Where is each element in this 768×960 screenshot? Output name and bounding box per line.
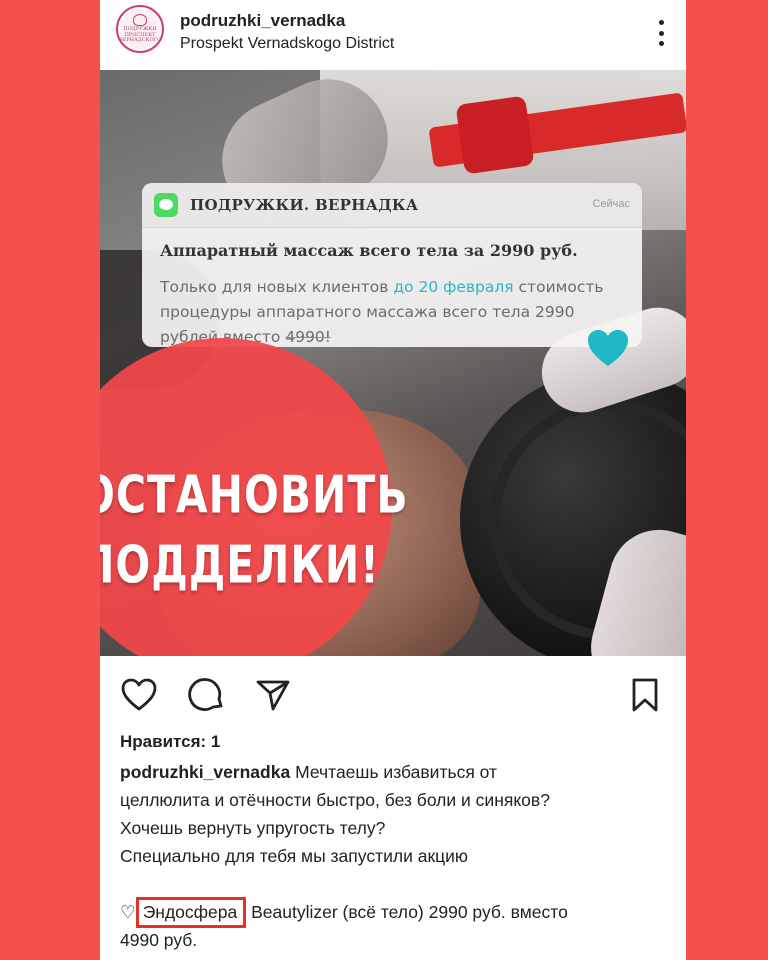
stop-sign-text: ОСТАНОВИТЬ ПОДДЕЛКИ! [100,460,409,600]
notification-body: Только для новых клиентов до 20 февраля … [160,275,630,347]
bg-red-knot [455,95,535,175]
caption-username[interactable]: podruzhki_vernadka [120,762,290,782]
save-button[interactable] [626,676,664,714]
comment-button[interactable] [188,676,226,714]
caption-line-3: Хочешь вернуть упругость телу? [120,818,386,838]
notification-time: Сейчас [592,198,630,210]
avatar-mark-icon [133,14,147,27]
caption-line-2: целлюлита и отёчности быстро, без боли и… [120,790,550,810]
bookmark-icon [632,678,658,712]
avatar-text-3: ВЕРНАДСКОГО [118,37,162,44]
message-icon [154,193,178,217]
promo-line-2: 4990 руб. [120,930,198,950]
likes-count[interactable]: Нравится: 1 [120,732,220,752]
notification-app-name: ПОДРУЖКИ. ВЕРНАДКА [190,196,419,214]
post-actions [100,672,686,718]
promo-text: ♡ Эндосфера Beautylizer (всё тело) 2990 р… [120,897,660,954]
notification-old-price: 4990! [285,328,332,346]
heart-symbol-icon: ♡ [120,902,136,922]
comment-icon [188,678,223,711]
post-header: ПОДРУЖКИ ПРОСПЕКТ ВЕРНАДСКОГО podruzhki_… [100,0,686,68]
notification-header: ПОДРУЖКИ. ВЕРНАДКА Сейчас [142,183,642,228]
promo-rest: Beautylizer (всё тело) 2990 руб. вместо [246,902,568,922]
heart-outline-icon [121,678,157,711]
caption-line-4: Специально для тебя мы запустили акцию [120,846,469,866]
overlay-line-1: ОСТАНОВИТЬ [100,465,409,525]
location-link[interactable]: Prospekt Vernadskogo District [180,35,394,53]
highlighted-product-name: Эндосфера [135,897,247,928]
like-button[interactable] [120,676,158,714]
send-icon [256,680,290,711]
overlay-line-2: ПОДДЕЛКИ! [100,535,380,595]
post-caption: podruzhki_vernadka Мечтаешь избавиться о… [120,758,660,870]
caption-line-1: Мечтаешь избавиться от [295,762,498,782]
notification-date: до 20 февраля [393,278,514,296]
share-button[interactable] [254,676,292,714]
heart-icon [588,330,628,366]
instagram-post-card: ПОДРУЖКИ ПРОСПЕКТ ВЕРНАДСКОГО podruzhki_… [100,0,686,960]
avatar-logo: ПОДРУЖКИ ПРОСПЕКТ ВЕРНАДСКОГО [118,9,162,49]
post-image[interactable]: ПОДРУЖКИ. ВЕРНАДКА Сейчас Аппаратный мас… [100,70,686,656]
notification-body-start: Только для новых клиентов [160,278,394,296]
more-options-icon[interactable] [658,20,664,46]
username-link[interactable]: podruzhki_vernadka [180,11,345,31]
avatar[interactable]: ПОДРУЖКИ ПРОСПЕКТ ВЕРНАДСКОГО [116,5,164,53]
notification-title: Аппаратный массаж всего тела за 2990 руб… [160,241,578,260]
sms-notification: ПОДРУЖКИ. ВЕРНАДКА Сейчас Аппаратный мас… [142,183,642,347]
